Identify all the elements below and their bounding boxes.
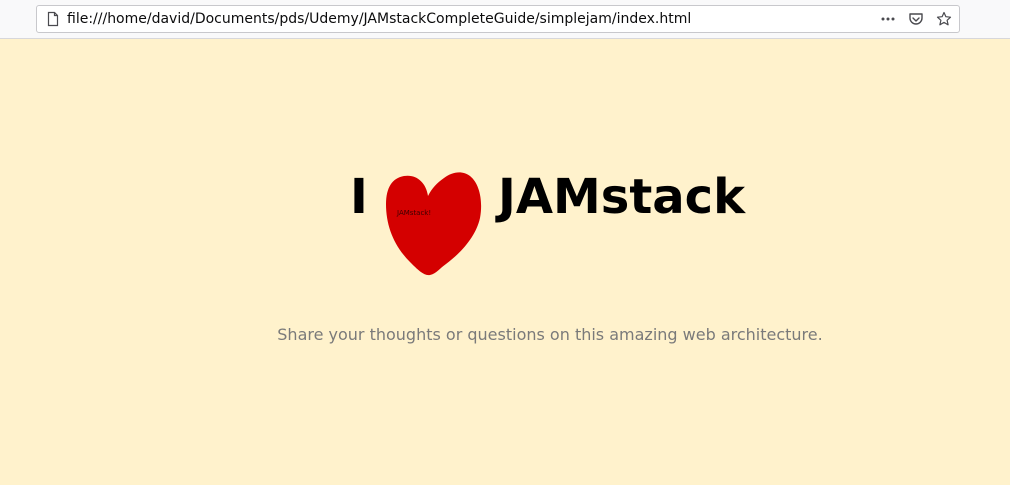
page-content: I JAMstack! JAMstack Share your thoughts… bbox=[0, 40, 1010, 485]
more-actions-icon[interactable] bbox=[880, 11, 896, 27]
heart-label: JAMstack! bbox=[397, 209, 432, 217]
pocket-icon[interactable] bbox=[908, 11, 924, 27]
url-text[interactable]: file:///home/david/Documents/pds/Udemy/J… bbox=[67, 11, 691, 27]
page-icon[interactable] bbox=[45, 11, 61, 27]
subtitle: Share your thoughts or questions on this… bbox=[277, 325, 823, 344]
browser-toolbar: file:///home/david/Documents/pds/Udemy/J… bbox=[0, 0, 1010, 39]
headline-word-jamstack: JAMstack bbox=[498, 169, 746, 225]
heart-icon bbox=[386, 172, 482, 276]
address-bar[interactable]: file:///home/david/Documents/pds/Udemy/J… bbox=[36, 5, 960, 33]
headline-word-i: I bbox=[350, 169, 368, 225]
bookmark-star-icon[interactable] bbox=[936, 11, 952, 27]
